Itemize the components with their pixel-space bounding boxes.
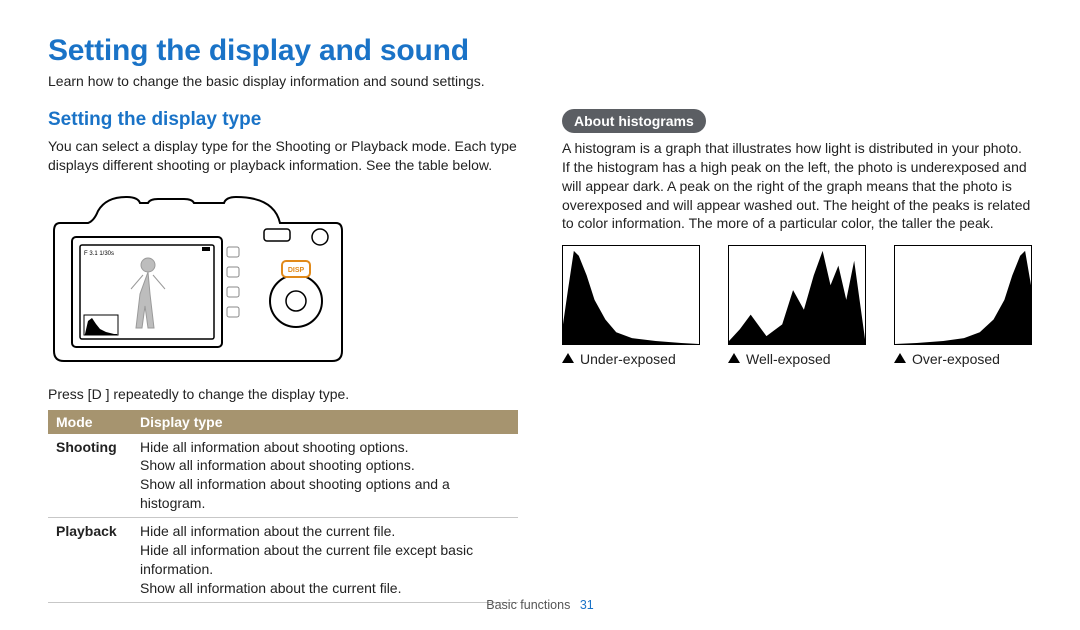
display-type-table: Mode Display type Shooting Hide all info…	[48, 410, 518, 603]
triangle-icon	[894, 353, 906, 363]
press-post: ] repeatedly to change the display type.	[106, 386, 350, 402]
triangle-icon	[728, 353, 740, 363]
table-row: Playback Hide all information about the …	[48, 518, 518, 603]
disp-key-label: DISP	[288, 267, 305, 274]
lcd-topline: F 3.1 1/30s	[84, 251, 114, 257]
histogram-well: Well-exposed	[728, 245, 866, 367]
hist-caption: Well-exposed	[746, 351, 831, 367]
display-option: Show all information about the current f…	[140, 579, 510, 598]
camera-svg: F 3.1 1/30s	[48, 183, 348, 373]
histogram-examples: Under-exposed Well-exposed Over-exposed	[562, 245, 1032, 367]
display-option: Hide all information about the current f…	[140, 541, 510, 579]
page-title: Setting the display and sound	[48, 34, 1032, 68]
histogram-under: Under-exposed	[562, 245, 700, 367]
triangle-icon	[562, 353, 574, 363]
table-row: Shooting Hide all information about shoo…	[48, 434, 518, 518]
footer-section: Basic functions	[486, 598, 570, 612]
right-column: About histograms A histogram is a graph …	[562, 109, 1032, 603]
left-column: Setting the display type You can select …	[48, 109, 518, 603]
th-mode: Mode	[48, 410, 132, 434]
mode-shooting: Shooting	[48, 434, 132, 518]
mode-playback: Playback	[48, 518, 132, 603]
display-option: Hide all information about shooting opti…	[140, 438, 510, 457]
disp-key-inline: D	[92, 386, 106, 402]
page-footer: Basic functions 31	[0, 598, 1080, 612]
display-type-intro: You can select a display type for the Sh…	[48, 137, 518, 175]
section-heading-display-type: Setting the display type	[48, 109, 518, 131]
display-option: Hide all information about the current f…	[140, 522, 510, 541]
camera-illustration: F 3.1 1/30s	[48, 183, 518, 373]
about-histograms-pill: About histograms	[562, 109, 706, 133]
display-option: Show all information about shooting opti…	[140, 475, 510, 513]
th-display: Display type	[132, 410, 518, 434]
hist-caption: Over-exposed	[912, 351, 1000, 367]
display-option: Show all information about shooting opti…	[140, 456, 510, 475]
about-histograms-body: A histogram is a graph that illustrates …	[562, 139, 1032, 233]
hist-caption: Under-exposed	[580, 351, 676, 367]
lead-text: Learn how to change the basic display in…	[48, 72, 1032, 91]
histogram-over: Over-exposed	[894, 245, 1032, 367]
press-instruction: Press [D] repeatedly to change the displ…	[48, 385, 518, 404]
press-pre: Press [	[48, 386, 92, 402]
footer-page-number: 31	[580, 598, 594, 612]
